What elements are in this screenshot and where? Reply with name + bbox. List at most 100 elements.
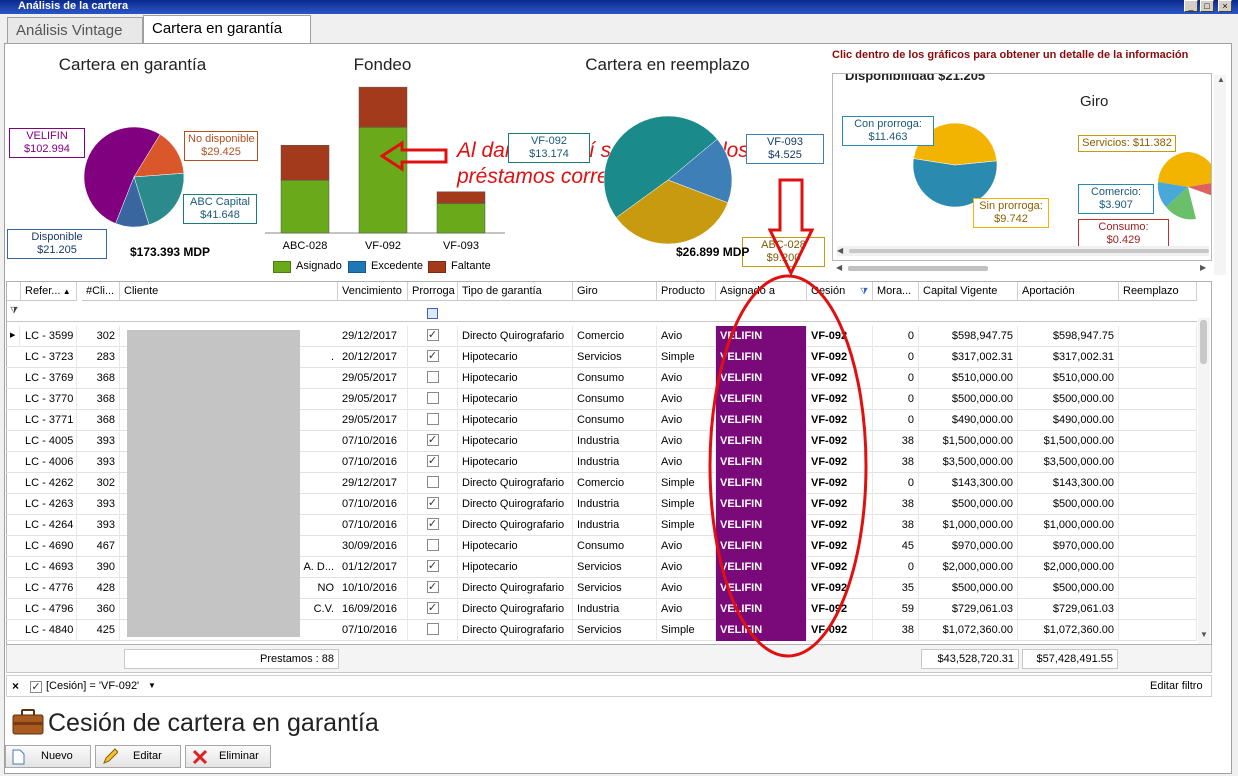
cell-giro[interactable]: Consumo bbox=[573, 410, 657, 431]
column-header-12[interactable]: Aportación bbox=[1018, 282, 1119, 301]
cell-capitalvigente[interactable]: $500,000.00 bbox=[919, 578, 1018, 599]
cell-tipodegarantía[interactable]: Directo Quirografario bbox=[458, 515, 573, 536]
cell-prorroga[interactable] bbox=[408, 368, 458, 389]
cell-reemplazo[interactable] bbox=[1119, 452, 1197, 473]
cell-giro[interactable]: Comercio bbox=[573, 473, 657, 494]
cell-prorroga[interactable]: ✓ bbox=[408, 347, 458, 368]
cell-vencimiento[interactable]: 07/10/2016 bbox=[338, 620, 408, 641]
cell-cli[interactable]: 428 bbox=[82, 578, 120, 599]
cell-giro[interactable]: Comercio bbox=[573, 326, 657, 347]
cell-refer[interactable]: LC - 3769 bbox=[21, 368, 77, 389]
cell-aportación[interactable]: $1,500,000.00 bbox=[1018, 431, 1119, 452]
cell-vencimiento[interactable]: 29/05/2017 bbox=[338, 410, 408, 431]
scroll-up-icon[interactable]: ▲ bbox=[1217, 75, 1225, 84]
cell-vencimiento[interactable]: 29/12/2017 bbox=[338, 473, 408, 494]
cell-refer[interactable]: LC - 4776 bbox=[21, 578, 77, 599]
cell-tipodegarantía[interactable]: Hipotecario bbox=[458, 536, 573, 557]
bar-abc-028-faltante[interactable] bbox=[280, 145, 330, 181]
cell-aportación[interactable]: $729,061.03 bbox=[1018, 599, 1119, 620]
cell-refer[interactable]: LC - 4840 bbox=[21, 620, 77, 641]
cell-giro[interactable]: Industria bbox=[573, 515, 657, 536]
prorroga-filter-checkbox[interactable] bbox=[427, 307, 438, 319]
cell-reemplazo[interactable] bbox=[1119, 431, 1197, 452]
cell-cli[interactable]: 393 bbox=[82, 431, 120, 452]
scroll-left-icon[interactable]: ◀ bbox=[837, 246, 843, 255]
cell-cli[interactable]: 368 bbox=[82, 410, 120, 431]
bar-abc-028-asignado[interactable] bbox=[280, 179, 330, 234]
cell-vencimiento[interactable]: 30/09/2016 bbox=[338, 536, 408, 557]
cell-giro[interactable]: Consumo bbox=[573, 368, 657, 389]
cell-capitalvigente[interactable]: $970,000.00 bbox=[919, 536, 1018, 557]
cell-aportación[interactable]: $598,947.75 bbox=[1018, 326, 1119, 347]
cell-refer[interactable]: LC - 3599 bbox=[21, 326, 77, 347]
column-header-2[interactable]: Cliente bbox=[120, 282, 338, 301]
cell-giro[interactable]: Industria bbox=[573, 494, 657, 515]
filter-expression[interactable]: [Cesión] = 'VF-092' bbox=[46, 680, 139, 692]
cell-giro[interactable]: Industria bbox=[573, 452, 657, 473]
prorroga-checkbox[interactable] bbox=[426, 623, 439, 636]
column-header-5[interactable]: Tipo de garantía bbox=[458, 282, 573, 301]
cell-prorroga[interactable]: ✓ bbox=[408, 326, 458, 347]
cell-aportación[interactable]: $3,500,000.00 bbox=[1018, 452, 1119, 473]
cell-prorroga[interactable]: ✓ bbox=[408, 578, 458, 599]
cell-reemplazo[interactable] bbox=[1119, 599, 1197, 620]
bar-vf-093-asignado[interactable] bbox=[436, 203, 486, 234]
scroll-thumb[interactable] bbox=[1200, 320, 1207, 364]
cell-prorroga[interactable]: ✓ bbox=[408, 557, 458, 578]
scroll-down-icon[interactable]: ▼ bbox=[1200, 630, 1208, 639]
column-header-0[interactable]: Refer... ▲ bbox=[21, 282, 77, 301]
cell-vencimiento[interactable]: 07/10/2016 bbox=[338, 452, 408, 473]
cell-reemplazo[interactable] bbox=[1119, 494, 1197, 515]
cell-cli[interactable]: 283 bbox=[82, 347, 120, 368]
cell-refer[interactable]: LC - 4263 bbox=[21, 494, 77, 515]
cell-tipodegarantía[interactable]: Hipotecario bbox=[458, 389, 573, 410]
filter-enabled-checkbox[interactable]: ✓ bbox=[30, 681, 42, 694]
cell-capitalvigente[interactable]: $143,300.00 bbox=[919, 473, 1018, 494]
cell-aportación[interactable]: $2,000,000.00 bbox=[1018, 557, 1119, 578]
cell-cli[interactable]: 360 bbox=[82, 599, 120, 620]
cell-aportación[interactable]: $1,072,360.00 bbox=[1018, 620, 1119, 641]
cell-cli[interactable]: 393 bbox=[82, 494, 120, 515]
cell-vencimiento[interactable]: 20/12/2017 bbox=[338, 347, 408, 368]
cell-vencimiento[interactable]: 29/05/2017 bbox=[338, 389, 408, 410]
cell-vencimiento[interactable]: 16/09/2016 bbox=[338, 599, 408, 620]
cell-tipodegarantía[interactable]: Directo Quirografario bbox=[458, 578, 573, 599]
grid-v-scrollbar[interactable]: ▼ bbox=[1198, 318, 1210, 644]
scroll-thumb[interactable] bbox=[849, 249, 1209, 253]
cell-vencimiento[interactable]: 07/10/2016 bbox=[338, 494, 408, 515]
cell-vencimiento[interactable]: 10/10/2016 bbox=[338, 578, 408, 599]
sort-asc-icon[interactable]: ▲ bbox=[60, 287, 71, 296]
cell-capitalvigente[interactable]: $1,500,000.00 bbox=[919, 431, 1018, 452]
cell-cli[interactable]: 368 bbox=[82, 389, 120, 410]
tab-cartera-garantia[interactable]: Cartera en garantía bbox=[143, 15, 311, 44]
cell-tipodegarantía[interactable]: Hipotecario bbox=[458, 368, 573, 389]
cell-capitalvigente[interactable]: $500,000.00 bbox=[919, 494, 1018, 515]
cell-tipodegarantía[interactable]: Hipotecario bbox=[458, 557, 573, 578]
cell-aportación[interactable]: $317,002.31 bbox=[1018, 347, 1119, 368]
cell-tipodegarantía[interactable]: Hipotecario bbox=[458, 452, 573, 473]
inner-h-scrollbar[interactable]: ◀ bbox=[837, 246, 1209, 256]
cell-reemplazo[interactable] bbox=[1119, 536, 1197, 557]
maximize-icon[interactable]: □ bbox=[1200, 0, 1214, 12]
cell-reemplazo[interactable] bbox=[1119, 473, 1197, 494]
column-header-6[interactable]: Giro bbox=[573, 282, 657, 301]
cell-reemplazo[interactable] bbox=[1119, 368, 1197, 389]
prorroga-checkbox[interactable]: ✓ bbox=[426, 455, 439, 468]
cell-prorroga[interactable]: ✓ bbox=[408, 599, 458, 620]
cell-giro[interactable]: Industria bbox=[573, 431, 657, 452]
cell-tipodegarantía[interactable]: Directo Quirografario bbox=[458, 473, 573, 494]
prorroga-checkbox[interactable] bbox=[426, 413, 439, 426]
cell-cli[interactable]: 302 bbox=[82, 473, 120, 494]
prorroga-checkbox[interactable]: ✓ bbox=[426, 518, 439, 531]
cell-aportación[interactable]: $1,000,000.00 bbox=[1018, 515, 1119, 536]
cell-cli[interactable]: 425 bbox=[82, 620, 120, 641]
pie-chart-reemplazo[interactable] bbox=[600, 112, 740, 248]
prorroga-checkbox[interactable] bbox=[426, 539, 439, 552]
cell-giro[interactable]: Servicios bbox=[573, 620, 657, 641]
cell-cli[interactable]: 368 bbox=[82, 368, 120, 389]
cell-cli[interactable]: 393 bbox=[82, 452, 120, 473]
cell-capitalvigente[interactable]: $510,000.00 bbox=[919, 368, 1018, 389]
cell-capitalvigente[interactable]: $598,947.75 bbox=[919, 326, 1018, 347]
cell-capitalvigente[interactable]: $1,072,360.00 bbox=[919, 620, 1018, 641]
prorroga-checkbox[interactable]: ✓ bbox=[426, 350, 439, 363]
